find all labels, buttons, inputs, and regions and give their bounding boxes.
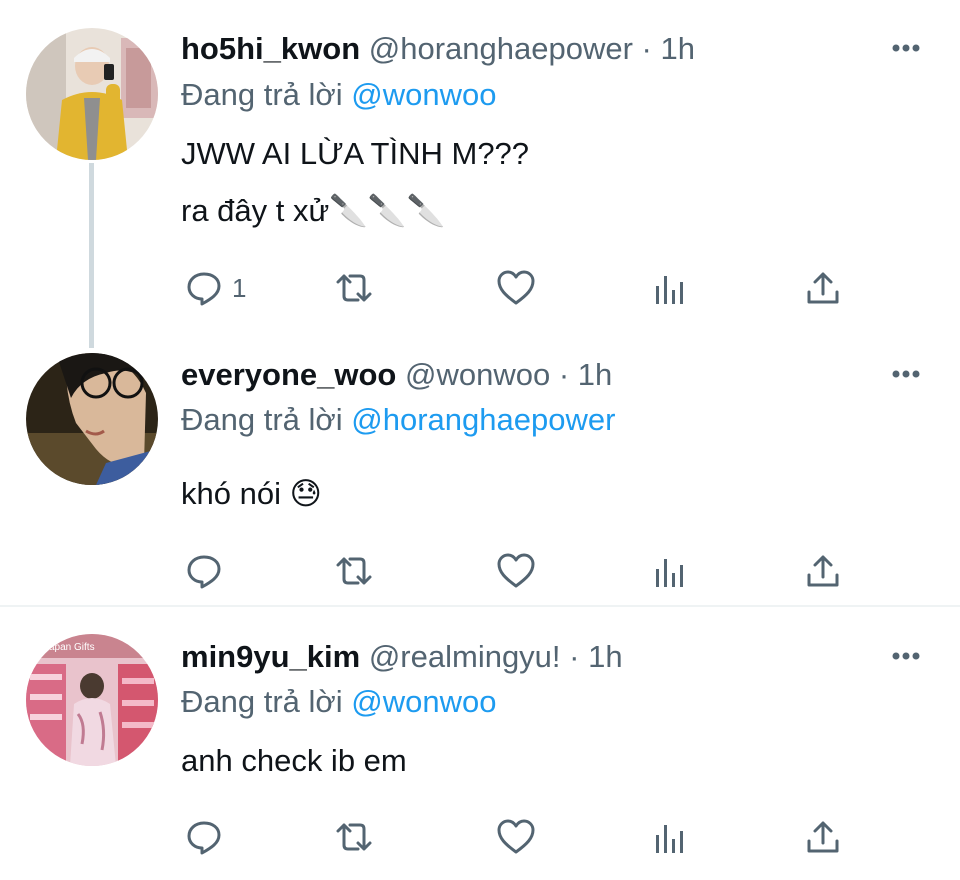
more-icon [892, 652, 920, 660]
user-handle[interactable]: @wonwoo [405, 357, 550, 392]
tweet-divider [0, 605, 960, 607]
tweet-actions [0, 815, 960, 859]
replying-to-label: Đang trả lời [181, 402, 343, 437]
replying-to: Đang trả lời @horanghaepower [181, 400, 615, 440]
separator-dot: · [569, 639, 580, 674]
separator-dot: · [641, 31, 652, 66]
more-icon [892, 44, 920, 52]
share-button[interactable] [803, 549, 843, 593]
retweet-button[interactable] [332, 815, 376, 859]
retweet-button[interactable] [332, 549, 376, 593]
replying-to-mention[interactable]: @wonwoo [351, 684, 496, 719]
more-options-button[interactable] [888, 364, 928, 384]
tweet-header: min9yu_kim @realmingyu! · 1h [181, 637, 623, 677]
retweet-icon [336, 557, 372, 585]
avatar[interactable] [26, 353, 158, 485]
more-options-button[interactable] [888, 646, 928, 666]
user-handle[interactable]: @horanghaepower [369, 31, 633, 66]
like-icon [497, 819, 535, 854]
more-options-button[interactable] [888, 38, 928, 58]
tweet-header: ho5hi_kwon @horanghaepower · 1h [181, 29, 695, 69]
tweet-header: everyone_woo @wonwoo · 1h [181, 355, 612, 395]
reply-icon [187, 821, 221, 855]
retweet-button[interactable] [332, 266, 376, 310]
avatar[interactable] [26, 28, 158, 160]
tweet-text-line: ra đây t xử🔪🔪🔪 [181, 193, 446, 228]
analytics-icon [656, 559, 683, 587]
timestamp[interactable]: 1h [578, 357, 612, 392]
reply-icon [187, 555, 221, 589]
display-name[interactable]: everyone_woo [181, 357, 396, 392]
avatar-photo-everyone-woo-icon [26, 353, 158, 485]
share-button[interactable] [803, 815, 843, 859]
analytics-button[interactable] [652, 266, 688, 310]
more-icon [892, 370, 920, 378]
like-button[interactable] [495, 266, 537, 310]
retweet-icon [336, 274, 372, 302]
share-icon [807, 272, 839, 304]
timestamp[interactable]: 1h [661, 31, 695, 66]
reply-count: 1 [232, 272, 247, 303]
thread-connector-line [89, 163, 94, 348]
analytics-button[interactable] [652, 549, 688, 593]
display-name[interactable]: ho5hi_kwon [181, 31, 360, 66]
share-icon [807, 555, 839, 587]
replying-to-mention[interactable]: @wonwoo [351, 77, 496, 112]
tweet-text-line: anh check ib em [181, 743, 407, 778]
tweet-actions [0, 549, 960, 593]
replying-to-label: Đang trả lời [181, 684, 343, 719]
analytics-icon [656, 825, 683, 853]
reply-icon [187, 272, 221, 306]
avatar-sign-text: Japan Gifts [44, 642, 95, 653]
like-icon [497, 270, 535, 305]
avatar[interactable]: Japan Gifts [26, 634, 158, 766]
reply-button[interactable] [184, 549, 232, 593]
timestamp[interactable]: 1h [588, 639, 622, 674]
retweet-icon [336, 823, 372, 851]
replying-to: Đang trả lời @wonwoo [181, 75, 496, 115]
user-handle[interactable]: @realmingyu! [369, 639, 561, 674]
reply-button[interactable]: 1 [184, 266, 246, 310]
reply-button[interactable] [184, 815, 232, 859]
replying-to-mention[interactable]: @horanghaepower [351, 402, 615, 437]
like-icon [497, 553, 535, 588]
avatar-photo-min9yu-kim-icon: Japan Gifts [26, 634, 158, 766]
share-icon [807, 821, 839, 853]
replying-to: Đang trả lời @wonwoo [181, 682, 496, 722]
share-button[interactable] [803, 266, 843, 310]
separator-dot: · [558, 357, 570, 392]
display-name[interactable]: min9yu_kim [181, 639, 360, 674]
like-button[interactable] [495, 815, 537, 859]
replying-to-label: Đang trả lời [181, 77, 343, 112]
like-button[interactable] [495, 549, 537, 593]
analytics-icon [656, 276, 683, 304]
tweet-text-line: khó nói 😓 [181, 476, 322, 511]
avatar-photo-ho5hi-icon [26, 28, 158, 160]
tweet-text-line: JWW AI LỪA TÌNH M??? [181, 136, 530, 171]
analytics-button[interactable] [652, 815, 688, 859]
tweet-actions: 1 [0, 266, 960, 310]
